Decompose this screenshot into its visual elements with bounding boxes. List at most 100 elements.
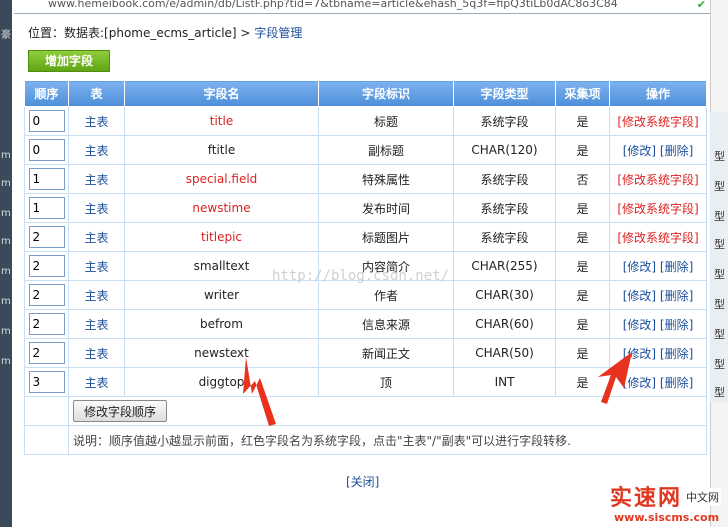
brand-sub: 中文网 <box>684 488 721 506</box>
actions-cell: [修改] [删除] <box>609 367 707 397</box>
order-input[interactable] <box>28 197 65 219</box>
field-type-cell: 系统字段 <box>453 164 556 194</box>
order-input[interactable] <box>28 284 65 306</box>
bg-text: m <box>1 296 11 307</box>
field-label-cell: 顶 <box>318 367 454 397</box>
bg-text: m <box>1 356 11 367</box>
table-cell: 主表 <box>68 222 125 252</box>
field-label-cell: 发布时间 <box>318 193 454 223</box>
bg-text: 型 <box>714 268 725 281</box>
table-transfer-link[interactable]: 主表 <box>84 347 108 361</box>
table-cell: 主表 <box>68 251 125 281</box>
table-row: 主表ftitle副标题CHAR(120)是[修改] [删除] <box>24 135 707 165</box>
delete-link[interactable]: [删除] <box>660 318 693 332</box>
brand-name: 实速网 <box>610 486 683 511</box>
address-url[interactable]: www.hemeibook.com/e/admin/db/ListF.php?t… <box>48 0 618 10</box>
table-transfer-link[interactable]: 主表 <box>84 144 108 158</box>
field-label-cell: 副标题 <box>318 135 454 165</box>
order-input[interactable] <box>28 226 65 248</box>
table-transfer-link[interactable]: 主表 <box>84 289 108 303</box>
modify-order-button[interactable]: 修改字段顺序 <box>73 400 168 422</box>
field-label-cell: 特殊属性 <box>318 164 454 194</box>
bg-text: m <box>1 178 11 189</box>
add-field-button[interactable]: 增加字段 <box>28 50 110 72</box>
bg-text: m <box>1 150 11 161</box>
delete-link[interactable]: [删除] <box>660 289 693 303</box>
order-input[interactable] <box>28 110 65 132</box>
field-type-cell: CHAR(60) <box>453 309 556 339</box>
modify-link[interactable]: [修改] <box>623 289 656 303</box>
order-cell <box>24 309 69 339</box>
modify-system-field-link[interactable]: [修改系统字段] <box>617 115 698 129</box>
order-input[interactable] <box>28 342 65 364</box>
table-transfer-link[interactable]: 主表 <box>84 231 108 245</box>
delete-link[interactable]: [删除] <box>660 376 693 390</box>
field-name-cell: ftitle <box>124 135 319 165</box>
order-input[interactable] <box>28 168 65 190</box>
order-cell <box>24 164 69 194</box>
order-cell <box>24 367 69 397</box>
close-link[interactable]: [关闭] <box>346 473 379 490</box>
field-type-cell: CHAR(50) <box>453 338 556 368</box>
brand-logo: 实速网 中文网 www.siscms.com <box>592 478 728 527</box>
brand-url: www.siscms.com <box>614 511 720 524</box>
address-bar[interactable]: www.hemeibook.com/e/admin/db/ListF.php?t… <box>14 0 710 14</box>
breadcrumb-current[interactable]: 字段管理 <box>254 26 302 40</box>
field-type-cell: 系统字段 <box>453 106 556 136</box>
collect-cell: 是 <box>555 193 610 223</box>
modify-link[interactable]: [修改] <box>623 318 656 332</box>
table-cell: 主表 <box>68 367 125 397</box>
header-field-label: 字段标识 <box>318 80 454 107</box>
modify-link[interactable]: [修改] <box>623 144 656 158</box>
modify-link[interactable]: [修改] <box>623 260 656 274</box>
table-transfer-link[interactable]: 主表 <box>84 173 108 187</box>
empty-cell <box>24 396 69 426</box>
table-transfer-link[interactable]: 主表 <box>84 115 108 129</box>
bg-text: 型 <box>714 210 725 223</box>
bg-text: 型 <box>714 298 725 311</box>
order-cell <box>24 251 69 281</box>
table-transfer-link[interactable]: 主表 <box>84 376 108 390</box>
field-name-cell: befrom <box>124 309 319 339</box>
modify-system-field-link[interactable]: [修改系统字段] <box>617 231 698 245</box>
delete-link[interactable]: [删除] <box>660 144 693 158</box>
table-cell: 主表 <box>68 309 125 339</box>
order-cell <box>24 106 69 136</box>
modify-link[interactable]: [修改] <box>623 347 656 361</box>
table-row: 主表writer作者CHAR(30)是[修改] [删除] <box>24 280 707 310</box>
modify-system-field-link[interactable]: [修改系统字段] <box>617 202 698 216</box>
field-name-cell: newstime <box>124 193 319 223</box>
collect-cell: 是 <box>555 251 610 281</box>
field-type-cell: CHAR(30) <box>453 280 556 310</box>
table-cell: 主表 <box>68 164 125 194</box>
header-field-name: 字段名 <box>124 80 319 107</box>
field-type-cell: INT <box>453 367 556 397</box>
field-name-cell: diggtop <box>124 367 319 397</box>
header-collect: 采集项 <box>555 80 610 107</box>
actions-cell: [修改] [删除] <box>609 338 707 368</box>
bg-text: m <box>1 266 11 277</box>
order-cell <box>24 193 69 223</box>
bg-text: 型 <box>714 180 725 193</box>
actions-cell: [修改] [删除] <box>609 309 707 339</box>
modify-link[interactable]: [修改] <box>623 376 656 390</box>
order-input[interactable] <box>28 255 65 277</box>
actions-cell: [修改] [删除] <box>609 135 707 165</box>
order-input[interactable] <box>28 371 65 393</box>
delete-link[interactable]: [删除] <box>660 347 693 361</box>
order-input[interactable] <box>28 313 65 335</box>
order-cell <box>24 135 69 165</box>
modify-system-field-link[interactable]: [修改系统字段] <box>617 173 698 187</box>
field-label-cell: 信息来源 <box>318 309 454 339</box>
table-row: 主表 newstime发布时间系统字段是 [修改系统字段] <box>24 193 707 223</box>
table-transfer-link[interactable]: 主表 <box>84 202 108 216</box>
order-button-cell: 修改字段顺序 <box>68 396 707 426</box>
collect-cell: 是 <box>555 222 610 252</box>
table-transfer-link[interactable]: 主表 <box>84 318 108 332</box>
bg-text: m <box>1 236 11 247</box>
collect-cell: 是 <box>555 309 610 339</box>
delete-link[interactable]: [删除] <box>660 260 693 274</box>
order-input[interactable] <box>28 139 65 161</box>
collect-cell: 是 <box>555 135 610 165</box>
table-transfer-link[interactable]: 主表 <box>84 260 108 274</box>
